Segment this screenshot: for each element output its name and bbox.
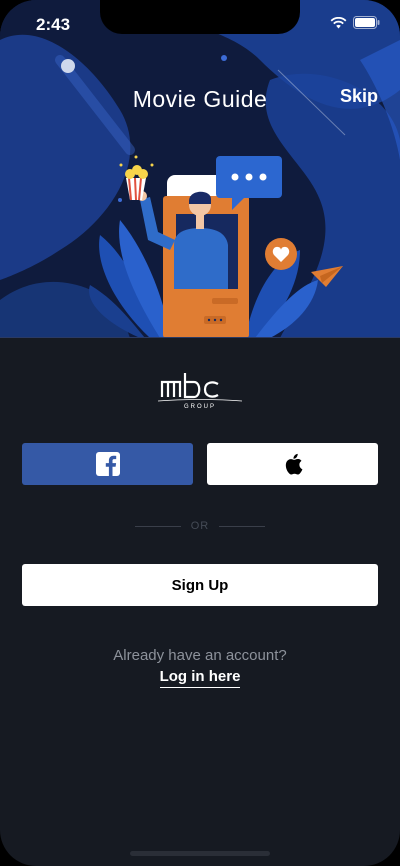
notch xyxy=(100,0,300,34)
popcorn-illustration xyxy=(119,155,154,201)
status-icons xyxy=(330,16,380,29)
or-divider-line-right xyxy=(219,525,266,527)
login-link-wrapper: Log in here xyxy=(0,668,400,688)
apple-login-button[interactable] xyxy=(207,443,378,485)
hero-banner: 2:43 Movie Guide Skip xyxy=(0,0,400,338)
hero-divider xyxy=(0,337,400,338)
or-divider-line-left xyxy=(134,525,181,527)
mbc-group-logo: GROUP xyxy=(158,373,242,410)
skip-button[interactable]: Skip xyxy=(340,86,378,107)
account-prompt: Already have an account? xyxy=(113,647,287,664)
facebook-icon xyxy=(95,452,120,476)
home-indicator[interactable] xyxy=(130,851,270,856)
heart-bubble-icon xyxy=(265,238,297,270)
login-link[interactable]: Log in here xyxy=(159,668,241,688)
or-divider: OR xyxy=(0,520,400,532)
status-bar: 2:43 xyxy=(0,0,400,48)
svg-text:GROUP: GROUP xyxy=(184,404,216,410)
facebook-login-button[interactable] xyxy=(22,443,193,485)
apple-icon xyxy=(285,453,302,475)
login-screen: 2:43 Movie Guide Skip GROUP OR Sign Up A… xyxy=(0,0,400,866)
or-label: OR xyxy=(190,520,210,532)
sign-up-button[interactable]: Sign Up xyxy=(22,564,378,606)
status-time: 2:43 xyxy=(36,15,71,34)
hero-illustration xyxy=(89,155,343,338)
social-login-row xyxy=(22,443,378,485)
battery-icon xyxy=(353,16,380,29)
wifi-icon xyxy=(330,16,347,28)
